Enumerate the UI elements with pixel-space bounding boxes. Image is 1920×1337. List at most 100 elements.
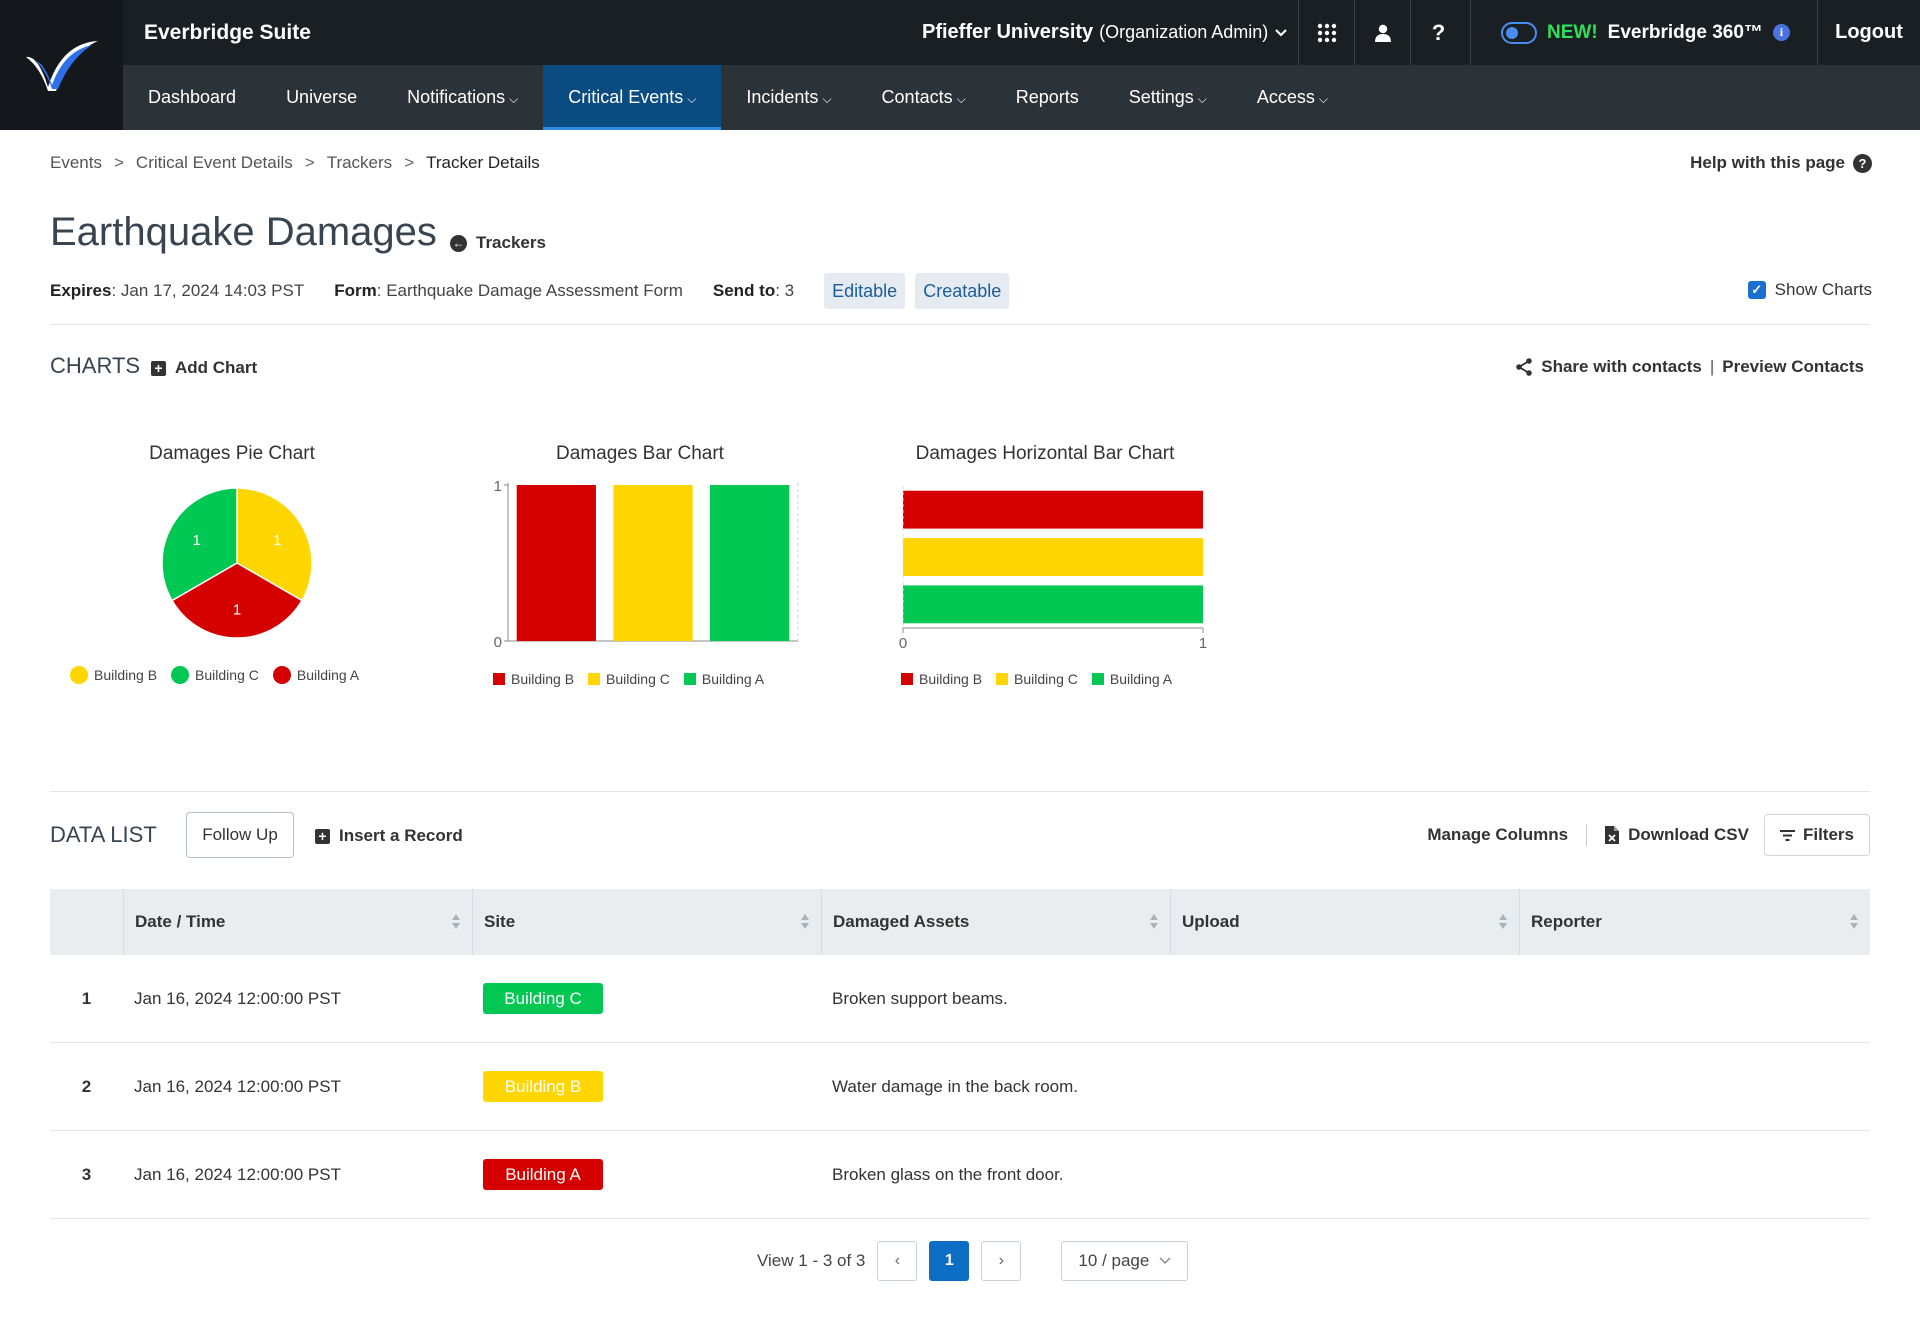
- everbridge-360-toggle[interactable]: NEW! Everbridge 360™ i: [1470, 0, 1812, 65]
- info-icon[interactable]: i: [1772, 24, 1790, 41]
- bar-building-b[interactable]: [516, 485, 596, 641]
- app-launcher-button[interactable]: [1298, 0, 1354, 65]
- next-page-button[interactable]: ›: [981, 1241, 1022, 1281]
- checkmark-icon[interactable]: ✓: [1747, 281, 1766, 299]
- sort-icon[interactable]: [1150, 914, 1158, 930]
- horizontal-bar-chart-legend: Building B Building C Building A: [901, 671, 1186, 687]
- y-tick-label: 0: [494, 634, 502, 651]
- column-header-upload[interactable]: Upload: [1170, 889, 1519, 955]
- add-chart-button[interactable]: + Add Chart: [151, 358, 257, 378]
- legend-label: Building C: [1014, 671, 1078, 687]
- column-header-reporter[interactable]: Reporter: [1519, 889, 1870, 955]
- charts-section-title: CHARTS: [50, 353, 141, 378]
- expires-value: : Jan 17, 2024 14:03 PST: [111, 281, 305, 300]
- table-row[interactable]: 3 Jan 16, 2024 12:00:00 PST Building A B…: [50, 1131, 1870, 1219]
- legend-item-building-c[interactable]: Building C: [171, 666, 259, 684]
- legend-label: Building B: [94, 667, 158, 683]
- column-header-damaged-assets[interactable]: Damaged Assets: [821, 889, 1170, 955]
- nav-access[interactable]: Access ⌵: [1232, 65, 1353, 130]
- legend-item-building-c[interactable]: Building C: [588, 671, 670, 687]
- divider: [50, 324, 1870, 325]
- filters-button[interactable]: Filters: [1763, 814, 1870, 856]
- toggle-switch[interactable]: [1501, 21, 1537, 44]
- breadcrumb-tracker-details: Tracker Details: [426, 153, 540, 172]
- breadcrumb-events[interactable]: Events: [50, 153, 102, 173]
- help-button[interactable]: ?: [1410, 0, 1466, 65]
- sort-icon[interactable]: [1499, 914, 1507, 930]
- nav-label: Access: [1256, 87, 1315, 107]
- nav-reports[interactable]: Reports: [991, 65, 1104, 130]
- table-header: Date / Time Site Damaged Assets Upload R…: [50, 889, 1870, 955]
- nav-incidents[interactable]: Incidents ⌵: [721, 65, 856, 130]
- legend-item-building-c[interactable]: Building C: [996, 671, 1078, 687]
- back-to-trackers-link[interactable]: ← Trackers: [450, 233, 546, 253]
- sort-icon[interactable]: [1850, 914, 1858, 930]
- chevron-down-icon: ⌵: [1318, 92, 1329, 106]
- legend-item-building-a[interactable]: Building A: [1091, 671, 1172, 687]
- column-header-date-time[interactable]: Date / Time: [123, 889, 472, 955]
- arrow-left-circle-icon: ←: [450, 234, 467, 252]
- download-csv-button[interactable]: Download CSV: [1605, 825, 1749, 845]
- nav-notifications[interactable]: Notifications ⌵: [382, 65, 543, 130]
- legend-item-building-b[interactable]: Building B: [70, 666, 157, 684]
- send-to-info: Send to: 3: [713, 281, 794, 301]
- breadcrumb-critical-event-details[interactable]: Critical Event Details: [136, 153, 293, 173]
- legend-swatch: [683, 673, 696, 685]
- insert-record-button[interactable]: + Insert a Record: [315, 826, 463, 846]
- legend-label: Building C: [606, 671, 670, 687]
- sort-icon[interactable]: [452, 914, 460, 930]
- bar-building-c[interactable]: [613, 485, 693, 641]
- column-header-label: Damaged Assets: [833, 912, 970, 931]
- data-list-actions: Manage Columns Download CSV Filters: [1427, 814, 1870, 856]
- send-to-value: : 3: [775, 281, 795, 300]
- table-row[interactable]: 2 Jan 16, 2024 12:00:00 PST Building B W…: [50, 1043, 1870, 1131]
- everbridge-logo[interactable]: [0, 0, 123, 130]
- column-header-label: Site: [484, 912, 516, 931]
- new-badge: NEW!: [1547, 21, 1598, 43]
- hbar-building-b[interactable]: [903, 490, 1203, 529]
- table-row[interactable]: 1 Jan 16, 2024 12:00:00 PST Building C B…: [50, 955, 1870, 1043]
- hbar-building-a[interactable]: [903, 585, 1203, 624]
- help-label: Help with this page: [1690, 153, 1845, 172]
- page-size-select[interactable]: 10 / page: [1061, 1241, 1189, 1281]
- nav-universe[interactable]: Universe: [261, 65, 382, 130]
- damages-pie-chart: 1 1 1: [161, 487, 313, 639]
- pie-chart-title: Damages Pie Chart: [149, 443, 315, 464]
- user-profile-button[interactable]: [1354, 0, 1410, 65]
- chevron-down-icon: ⌵: [956, 92, 966, 106]
- show-charts-label: Show Charts: [1774, 280, 1872, 299]
- share-with-contacts-link[interactable]: Share with contacts: [1541, 357, 1702, 377]
- damages-bar-chart: 01: [494, 478, 799, 651]
- row-site: Building B: [472, 1071, 821, 1102]
- legend-swatch: [171, 666, 190, 684]
- send-to-label: Send to: [712, 281, 776, 300]
- preview-contacts-link[interactable]: Preview Contacts: [1722, 357, 1864, 377]
- sort-icon[interactable]: [801, 914, 809, 930]
- manage-columns-button[interactable]: Manage Columns: [1427, 825, 1568, 845]
- nav-dashboard[interactable]: Dashboard: [123, 65, 261, 130]
- bar-building-a[interactable]: [710, 485, 790, 641]
- logout-button[interactable]: Logout: [1817, 0, 1920, 65]
- legend-swatch: [901, 673, 913, 685]
- nav-contacts[interactable]: Contacts ⌵: [857, 65, 991, 130]
- column-header-site[interactable]: Site: [472, 889, 821, 955]
- nav-label: Critical Events: [568, 87, 684, 107]
- breadcrumb-trackers[interactable]: Trackers: [327, 153, 393, 173]
- follow-up-button[interactable]: Follow Up: [186, 812, 294, 858]
- nav-label: Notifications: [407, 87, 506, 107]
- legend-item-building-b[interactable]: Building B: [901, 671, 982, 687]
- legend-item-building-a[interactable]: Building A: [272, 666, 359, 684]
- form-value: : Earthquake Damage Assessment Form: [376, 281, 683, 300]
- nav-settings[interactable]: Settings ⌵: [1104, 65, 1232, 130]
- legend-label: Building B: [919, 671, 983, 687]
- nav-critical-events[interactable]: Critical Events ⌵: [543, 65, 722, 130]
- legend-item-building-b[interactable]: Building B: [493, 671, 574, 687]
- hbar-building-c[interactable]: [903, 538, 1203, 576]
- organization-selector[interactable]: Pfieffer University (Organization Admin): [922, 0, 1288, 65]
- help-with-page-link[interactable]: Help with this page ?: [1690, 150, 1872, 176]
- legend-item-building-a[interactable]: Building A: [683, 671, 764, 687]
- show-charts-checkbox[interactable]: ✓ Show Charts: [1747, 280, 1872, 300]
- question-circle-icon: ?: [1853, 153, 1872, 173]
- previous-page-button[interactable]: ‹: [877, 1241, 918, 1281]
- page-1-button[interactable]: 1: [929, 1241, 970, 1281]
